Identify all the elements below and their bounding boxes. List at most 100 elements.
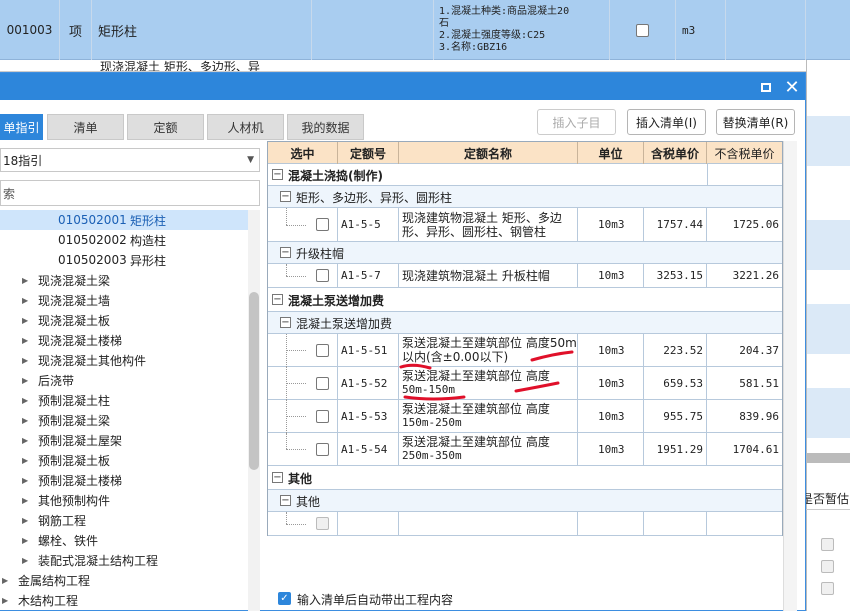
collapse-icon[interactable]: − xyxy=(280,191,291,202)
close-icon[interactable]: ✕ xyxy=(782,77,802,98)
replace-list-button[interactable]: 替换清单(R) xyxy=(716,109,795,135)
tree-item[interactable]: ▶ 预制混凝土板 xyxy=(0,450,248,470)
chevron-right-icon[interactable]: ▶ xyxy=(22,276,32,285)
insert-list-button[interactable]: 插入清单(I) xyxy=(627,109,706,135)
tree-item-code: 010502002 xyxy=(58,233,127,247)
insert-child-button[interactable]: 插入子目 xyxy=(537,109,616,135)
auto-fill-checkbox[interactable]: ✓ xyxy=(278,592,291,605)
table-row[interactable]: A1-5-51 泵送混凝土至建筑部位 高度50m 以内(含±0.00以下) 10… xyxy=(268,334,782,367)
tab-my-data[interactable]: 我的数据 xyxy=(287,114,364,140)
maximize-icon[interactable] xyxy=(756,77,776,97)
tab-quota[interactable]: 定额 xyxy=(127,114,204,140)
tab-materials[interactable]: 人材机 xyxy=(207,114,284,140)
chevron-right-icon[interactable]: ▶ xyxy=(22,536,32,545)
collapse-icon[interactable]: − xyxy=(272,294,283,305)
background-selected-row[interactable]: 001003 项 矩形柱 1.混凝土种类:商品混凝土20 石 2.混凝土强度等级… xyxy=(0,0,850,60)
tree-item[interactable]: ▶ 后浇带 xyxy=(0,370,248,390)
quota-name-line: 泵送混凝土至建筑部位 高度 xyxy=(402,435,550,449)
chevron-right-icon[interactable]: ▶ xyxy=(22,296,32,305)
row-checkbox[interactable] xyxy=(316,269,329,282)
tree-item[interactable]: ▶ 装配式混凝土结构工程 xyxy=(0,550,248,570)
chevron-right-icon[interactable]: ▶ xyxy=(22,456,32,465)
tree-item[interactable]: ▶ 现浇混凝土其他构件 xyxy=(0,350,248,370)
subgroup-title: 混凝土泵送增加费 xyxy=(296,317,393,331)
chevron-right-icon[interactable]: ▶ xyxy=(22,396,32,405)
tree-item[interactable]: 010502002 构造柱 xyxy=(0,230,248,250)
chevron-right-icon[interactable]: ▶ xyxy=(22,436,32,445)
bg-right-checkbox[interactable] xyxy=(821,582,834,595)
bg-checkbox-cell[interactable] xyxy=(610,0,676,60)
chevron-right-icon[interactable]: ▶ xyxy=(2,596,12,605)
tree-item[interactable]: ▶ 现浇混凝土墙 xyxy=(0,290,248,310)
grid-scrollbar[interactable] xyxy=(783,141,797,611)
tree-item[interactable]: ▶ 螺栓、铁件 xyxy=(0,530,248,550)
row-checkbox[interactable] xyxy=(316,343,329,357)
group-row[interactable]: − 混凝土泵送增加费 xyxy=(268,288,782,312)
tree-item[interactable]: ▶ 预制混凝土梁 xyxy=(0,410,248,430)
tree-item[interactable]: ▶ 预制混凝土楼梯 xyxy=(0,470,248,490)
bg-feature-line: 石 xyxy=(439,18,449,29)
row-checkbox[interactable] xyxy=(316,517,329,530)
guide-tree: 010502001 矩形柱 010502002 构造柱 010502003 异形… xyxy=(0,210,248,611)
dialog-titlebar[interactable]: ✕ xyxy=(0,73,805,100)
bg-row-type: 项 xyxy=(60,0,92,60)
tree-item[interactable]: 010502003 异形柱 xyxy=(0,250,248,270)
search-input[interactable]: 索 xyxy=(0,180,260,206)
tree-item-label: 现浇混凝土板 xyxy=(38,313,111,328)
bg-right-checkbox[interactable] xyxy=(821,560,834,573)
collapse-icon[interactable]: − xyxy=(280,317,291,328)
subgroup-title: 矩形、多边形、异形、圆形柱 xyxy=(296,191,453,205)
tree-item[interactable]: ▶ 钢筋工程 xyxy=(0,510,248,530)
tree-item[interactable]: 010502001 矩形柱 xyxy=(0,210,248,230)
table-row[interactable] xyxy=(268,512,782,536)
subgroup-row[interactable]: − 升级柱帽 xyxy=(268,242,782,264)
tree-scrollbar[interactable] xyxy=(248,210,260,611)
table-row[interactable]: A1-5-54 泵送混凝土至建筑部位 高度 250m-350m 10m3 195… xyxy=(268,433,782,466)
chevron-right-icon[interactable]: ▶ xyxy=(22,556,32,565)
bg-right-checkbox[interactable] xyxy=(821,538,834,551)
tree-item[interactable]: ▶ 现浇混凝土梁 xyxy=(0,270,248,290)
tree-item[interactable]: ▶ 木结构工程 xyxy=(0,590,248,610)
bg-row-checkbox[interactable] xyxy=(636,23,649,37)
guide-dropdown[interactable]: 18指引 ▼ xyxy=(0,148,260,172)
group-row[interactable]: − 其他 xyxy=(268,466,782,490)
row-checkbox[interactable] xyxy=(316,376,329,390)
row-checkbox[interactable] xyxy=(316,409,329,423)
chevron-right-icon[interactable]: ▶ xyxy=(22,316,32,325)
group-title: 其他 xyxy=(288,472,313,486)
tree-item[interactable]: ▶ 现浇混凝土板 xyxy=(0,310,248,330)
subgroup-row[interactable]: − 矩形、多边形、异形、圆形柱 xyxy=(268,186,782,208)
subgroup-row[interactable]: − 其他 xyxy=(268,490,782,512)
row-checkbox[interactable] xyxy=(316,218,329,231)
table-row[interactable]: A1-5-7 现浇建筑物混凝土 升板柱帽 10m3 3253.15 3221.2… xyxy=(268,264,782,288)
chevron-right-icon[interactable]: ▶ xyxy=(22,496,32,505)
chevron-right-icon[interactable]: ▶ xyxy=(22,516,32,525)
tab-list[interactable]: 清单 xyxy=(47,114,124,140)
quota-code: A1-5-51 xyxy=(338,334,399,366)
collapse-icon[interactable]: − xyxy=(280,247,291,258)
tree-item[interactable]: ▶ 预制混凝土柱 xyxy=(0,390,248,410)
chevron-right-icon[interactable]: ▶ xyxy=(2,576,12,585)
table-row[interactable]: A1-5-52 泵送混凝土至建筑部位 高度 50m-150m 10m3 659.… xyxy=(268,367,782,400)
scrollbar-thumb[interactable] xyxy=(249,292,259,470)
collapse-icon[interactable]: − xyxy=(280,495,291,506)
tree-item[interactable]: ▶ 现浇混凝土楼梯 xyxy=(0,330,248,350)
group-row[interactable]: − 混凝土浇捣(制作) xyxy=(268,164,782,186)
tree-item[interactable]: ▶ 预制混凝土屋架 xyxy=(0,430,248,450)
chevron-right-icon[interactable]: ▶ xyxy=(22,476,32,485)
chevron-right-icon[interactable]: ▶ xyxy=(22,356,32,365)
table-row[interactable]: A1-5-53 泵送混凝土至建筑部位 高度 150m-250m 10m3 955… xyxy=(268,400,782,433)
collapse-icon[interactable]: − xyxy=(272,169,283,180)
table-row[interactable]: A1-5-5 现浇建筑物混凝土 矩形、多边 形、异形、圆形柱、钢管柱 10m3 … xyxy=(268,208,782,242)
tab-list-guide[interactable]: 单指引 xyxy=(0,114,43,140)
tree-item[interactable]: ▶ 金属结构工程 xyxy=(0,570,248,590)
collapse-icon[interactable]: − xyxy=(272,472,283,483)
subgroup-row[interactable]: − 混凝土泵送增加费 xyxy=(268,312,782,334)
chevron-right-icon[interactable]: ▶ xyxy=(22,416,32,425)
tree-item[interactable]: ▶ 其他预制构件 xyxy=(0,490,248,510)
bg-right-header: 是否暂估 xyxy=(801,488,850,510)
row-checkbox[interactable] xyxy=(316,442,329,456)
chevron-right-icon[interactable]: ▶ xyxy=(22,376,32,385)
chevron-right-icon[interactable]: ▶ xyxy=(22,336,32,345)
quota-name-line: 现浇建筑物混凝土 矩形、多边 xyxy=(402,210,562,225)
